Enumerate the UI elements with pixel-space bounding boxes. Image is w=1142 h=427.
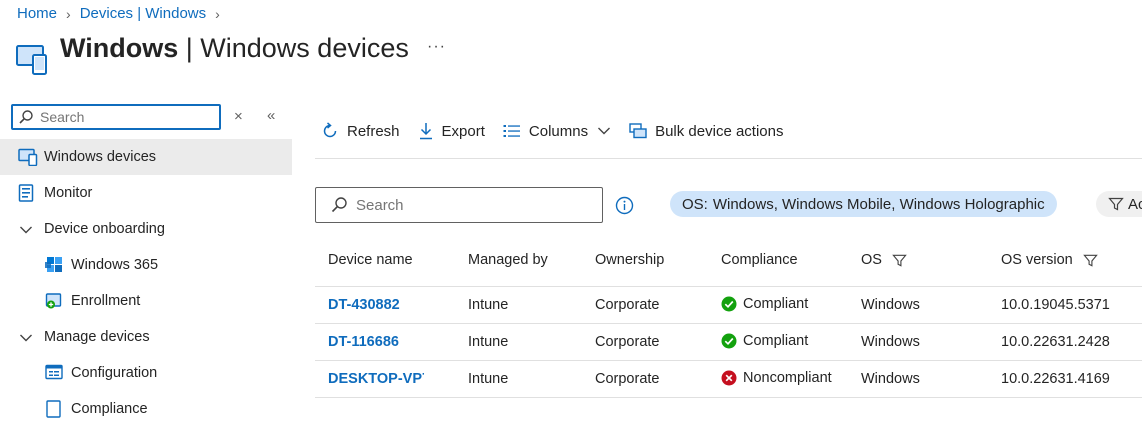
- row-divider: [315, 323, 1142, 324]
- refresh-label: Refresh: [347, 122, 400, 140]
- managed-by-cell: Intune: [468, 297, 509, 313]
- os-filter-pill[interactable]: OS: Windows, Windows Mobile, Windows Hol…: [670, 191, 1057, 217]
- columns-button[interactable]: Columns: [503, 123, 611, 140]
- os-filter-value: Windows, Windows Mobile, Windows Hologra…: [712, 195, 1045, 213]
- os-cell: Windows: [861, 334, 920, 350]
- column-header-ownership[interactable]: Ownership: [595, 252, 664, 268]
- windows-devices-icon: [18, 148, 38, 170]
- os-version-cell: 10.0.19045.5371: [1001, 297, 1110, 313]
- ownership-cell: Corporate: [595, 334, 660, 350]
- collapse-nav-icon[interactable]: «: [267, 107, 275, 124]
- device-name-link[interactable]: DT-116686: [328, 334, 460, 350]
- os-cell: Windows: [861, 371, 920, 387]
- configuration-icon: [45, 364, 63, 384]
- add-filter-pill[interactable]: Ac: [1096, 191, 1142, 217]
- column-header-os-version[interactable]: OS version: [1001, 252, 1098, 268]
- page-title: Windows | Windows devices: [60, 33, 409, 63]
- export-button[interactable]: Export: [418, 122, 485, 140]
- close-icon[interactable]: ×: [234, 108, 243, 125]
- enrollment-icon: [45, 292, 63, 314]
- sidebar-group-manage-devices[interactable]: Manage devices: [0, 319, 292, 355]
- ownership-cell: Corporate: [595, 297, 660, 313]
- breadcrumb-home[interactable]: Home: [17, 5, 57, 22]
- filter-icon: [1108, 197, 1124, 211]
- filter-icon[interactable]: [892, 253, 907, 268]
- sidebar-item-label: Configuration: [71, 365, 158, 381]
- chevron-down-icon: [598, 127, 611, 135]
- sidebar-item-label: Windows devices: [44, 149, 157, 165]
- check-circle-icon: [721, 296, 737, 312]
- sidebar-item-label: Device onboarding: [44, 221, 165, 237]
- row-divider: [315, 360, 1142, 361]
- os-filter-label: OS:: [682, 195, 708, 213]
- column-header-os[interactable]: OS: [861, 252, 907, 268]
- row-divider: [315, 397, 1142, 398]
- chevron-down-icon: [19, 223, 33, 239]
- search-icon: [331, 197, 347, 213]
- sidebar-item-configuration[interactable]: Configuration: [0, 355, 292, 391]
- nav-search-input[interactable]: [34, 109, 210, 125]
- sidebar-item-windows-devices[interactable]: Windows devices: [0, 139, 292, 175]
- chevron-right-icon: ›: [215, 5, 220, 22]
- column-header-compliance[interactable]: Compliance: [721, 252, 798, 268]
- sidebar-item-label: Monitor: [44, 185, 93, 201]
- nav-search-box[interactable]: [11, 104, 221, 130]
- sidebar-item-windows-365[interactable]: Windows 365: [0, 247, 292, 283]
- compliance-icon: [45, 400, 63, 422]
- device-search-input[interactable]: [354, 195, 598, 215]
- monitor-icon: [18, 184, 34, 206]
- bulk-actions-icon: [629, 123, 647, 139]
- device-search-box[interactable]: [315, 187, 603, 223]
- column-header-device-name[interactable]: Device name: [328, 252, 413, 268]
- windows-365-icon: [45, 256, 63, 278]
- download-icon: [419, 123, 432, 140]
- ownership-cell: Corporate: [595, 371, 660, 387]
- export-label: Export: [441, 122, 485, 140]
- columns-icon: [503, 125, 520, 137]
- os-version-cell: 10.0.22631.2428: [1001, 334, 1110, 350]
- sidebar-group-device-onboarding[interactable]: Device onboarding: [0, 211, 292, 247]
- info-icon[interactable]: [615, 196, 634, 220]
- chevron-down-icon: [19, 331, 33, 347]
- managed-by-cell: Intune: [468, 371, 509, 387]
- refresh-icon: [323, 122, 337, 138]
- chevron-right-icon: ›: [66, 5, 71, 22]
- compliance-status: Noncompliant: [743, 370, 832, 386]
- more-options-icon[interactable]: ···: [427, 38, 446, 56]
- device-name-link[interactable]: DESKTOP-VP7: [328, 371, 424, 387]
- sidebar-item-label: Compliance: [71, 401, 148, 417]
- check-circle-icon: [721, 333, 737, 349]
- sidebar-item-label: Windows 365: [71, 257, 159, 273]
- columns-label: Columns: [528, 122, 589, 140]
- breadcrumb-devices-windows[interactable]: Devices | Windows: [80, 5, 206, 22]
- compliance-status: Compliant: [743, 296, 809, 312]
- add-filter-label: Ac: [1128, 195, 1142, 213]
- toolbar-divider: [315, 158, 1142, 159]
- filter-icon[interactable]: [1082, 253, 1098, 268]
- managed-by-cell: Intune: [468, 334, 509, 350]
- compliance-cell: Noncompliant: [721, 370, 832, 386]
- compliance-cell: Compliant: [721, 296, 808, 312]
- sidebar-item-label: Enrollment: [71, 293, 141, 309]
- sidebar-item-monitor[interactable]: Monitor: [0, 175, 292, 211]
- sidebar-item-compliance[interactable]: Compliance: [0, 391, 292, 427]
- refresh-button[interactable]: Refresh: [321, 122, 400, 140]
- sidebar-item-label: Manage devices: [44, 329, 150, 345]
- compliance-cell: Compliant: [721, 333, 808, 349]
- column-header-managed-by[interactable]: Managed by: [468, 252, 548, 268]
- row-divider: [315, 286, 1142, 287]
- error-circle-icon: [721, 370, 737, 386]
- compliance-status: Compliant: [743, 333, 809, 349]
- os-cell: Windows: [861, 297, 920, 313]
- command-bar: Refresh Export Columns Bulk device actio…: [321, 122, 801, 140]
- search-icon: [19, 110, 33, 124]
- windows-devices-icon: [16, 43, 50, 80]
- os-version-cell: 10.0.22631.4169: [1001, 371, 1110, 387]
- bulk-device-actions-label: Bulk device actions: [655, 122, 784, 140]
- device-name-link[interactable]: DT-430882: [328, 297, 460, 313]
- bulk-device-actions-button[interactable]: Bulk device actions: [629, 123, 783, 140]
- breadcrumb: Home › Devices | Windows ›: [17, 5, 229, 22]
- sidebar-item-enrollment[interactable]: Enrollment: [0, 283, 292, 319]
